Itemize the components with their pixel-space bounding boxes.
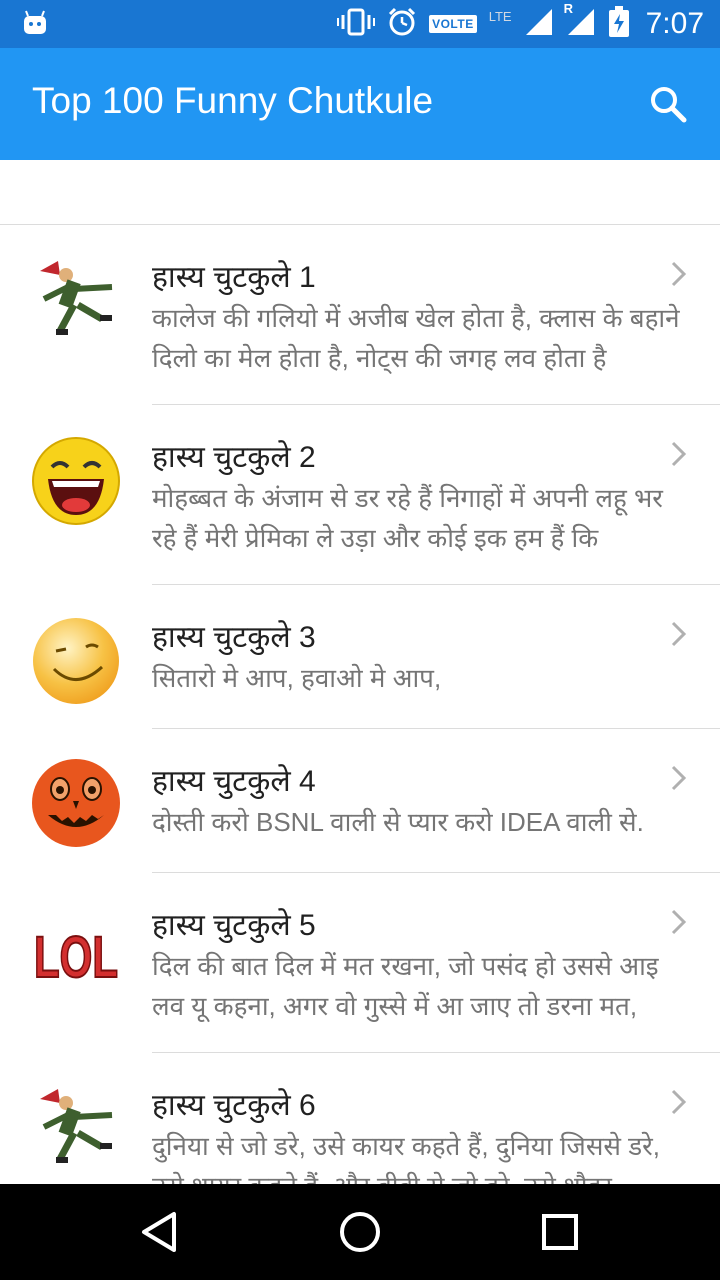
list-header-spacer — [0, 160, 720, 225]
chevron-right-icon — [671, 621, 687, 647]
item-description: दिल की बात दिल में मत रखना, जो पसंद हो उ… — [152, 951, 659, 1021]
battery-icon — [608, 5, 630, 43]
item-title: हास्य चुटकुले 1 — [152, 261, 316, 294]
recents-button[interactable] — [536, 1208, 584, 1256]
roaming-label: R — [563, 0, 573, 16]
list-item[interactable]: हास्य चुटकुले 6 दुनिया से जो डरे, उसे का… — [0, 1053, 720, 1184]
lol-text: LOL — [34, 925, 118, 990]
chevron-right-icon — [671, 441, 687, 467]
app-bar: Top 100 Funny Chutkule — [0, 48, 720, 160]
item-description: मोहब्बत के अंजाम से डर रहे हैं निगाहों म… — [152, 483, 663, 553]
back-button[interactable] — [136, 1208, 184, 1256]
signal-roaming-icon: R — [564, 1, 596, 42]
winking-smiley-icon — [30, 615, 122, 707]
vibrate-icon — [337, 8, 376, 41]
chevron-right-icon — [671, 261, 687, 287]
navigation-bar — [0, 1184, 720, 1280]
dancing-man-icon — [30, 1081, 122, 1173]
list-item[interactable]: हास्य चुटकुले 3 सितारो मे आप, हवाओ मे आप… — [0, 585, 720, 729]
back-triangle-icon — [142, 1212, 176, 1252]
chevron-right-icon — [671, 909, 687, 935]
list-item[interactable]: हास्य चुटकुले 4 दोस्ती करो BSNL वाली से … — [0, 729, 720, 873]
item-title: हास्य चुटकुले 4 — [152, 765, 316, 798]
item-description: दुनिया से जो डरे, उसे कायर कहते हैं, दुन… — [152, 1131, 660, 1184]
item-title: हास्य चुटकुले 6 — [152, 1089, 316, 1122]
pumpkin-face-icon — [30, 757, 122, 849]
recents-square-icon — [542, 1214, 578, 1250]
search-icon — [651, 87, 687, 123]
app-title: Top 100 Funny Chutkule — [32, 80, 434, 121]
item-title: हास्य चुटकुले 3 — [152, 621, 316, 654]
volte-badge: VOLTE — [429, 15, 477, 33]
alarm-icon — [387, 7, 417, 42]
signal-icon — [524, 7, 554, 42]
joke-list[interactable]: हास्य चुटकुले 1 कालेज की गलियो में अजीब … — [0, 225, 720, 1184]
status-bar: VOLTE LTE R 7:07 — [0, 0, 720, 48]
item-description: सितारो मे आप, हवाओ मे आप, — [152, 663, 442, 693]
home-circle-icon — [340, 1212, 380, 1252]
chevron-right-icon — [671, 765, 687, 791]
item-description: दोस्ती करो BSNL वाली से प्यार करो IDEA व… — [152, 807, 644, 837]
home-button[interactable] — [336, 1208, 384, 1256]
lol-text-icon: LOL — [30, 901, 122, 993]
list-item[interactable]: हास्य चुटकुले 1 कालेज की गलियो में अजीब … — [0, 225, 720, 405]
clock: 7:07 — [645, 7, 704, 40]
android-notification-icon — [22, 10, 48, 41]
dancing-man-icon — [30, 253, 122, 345]
lte-label: LTE — [488, 8, 512, 24]
search-button[interactable] — [646, 82, 690, 126]
list-item[interactable]: हास्य चुटकुले 2 मोहब्बत के अंजाम से डर र… — [0, 405, 720, 585]
item-title: हास्य चुटकुले 2 — [152, 441, 316, 474]
item-title: हास्य चुटकुले 5 — [152, 909, 316, 942]
laughing-smiley-icon — [30, 435, 122, 527]
list-item[interactable]: LOL हास्य चुटकुले 5 दिल की बात दिल में म… — [0, 873, 720, 1053]
chevron-right-icon — [671, 1089, 687, 1115]
item-description: कालेज की गलियो में अजीब खेल होता है, क्ल… — [152, 303, 680, 373]
